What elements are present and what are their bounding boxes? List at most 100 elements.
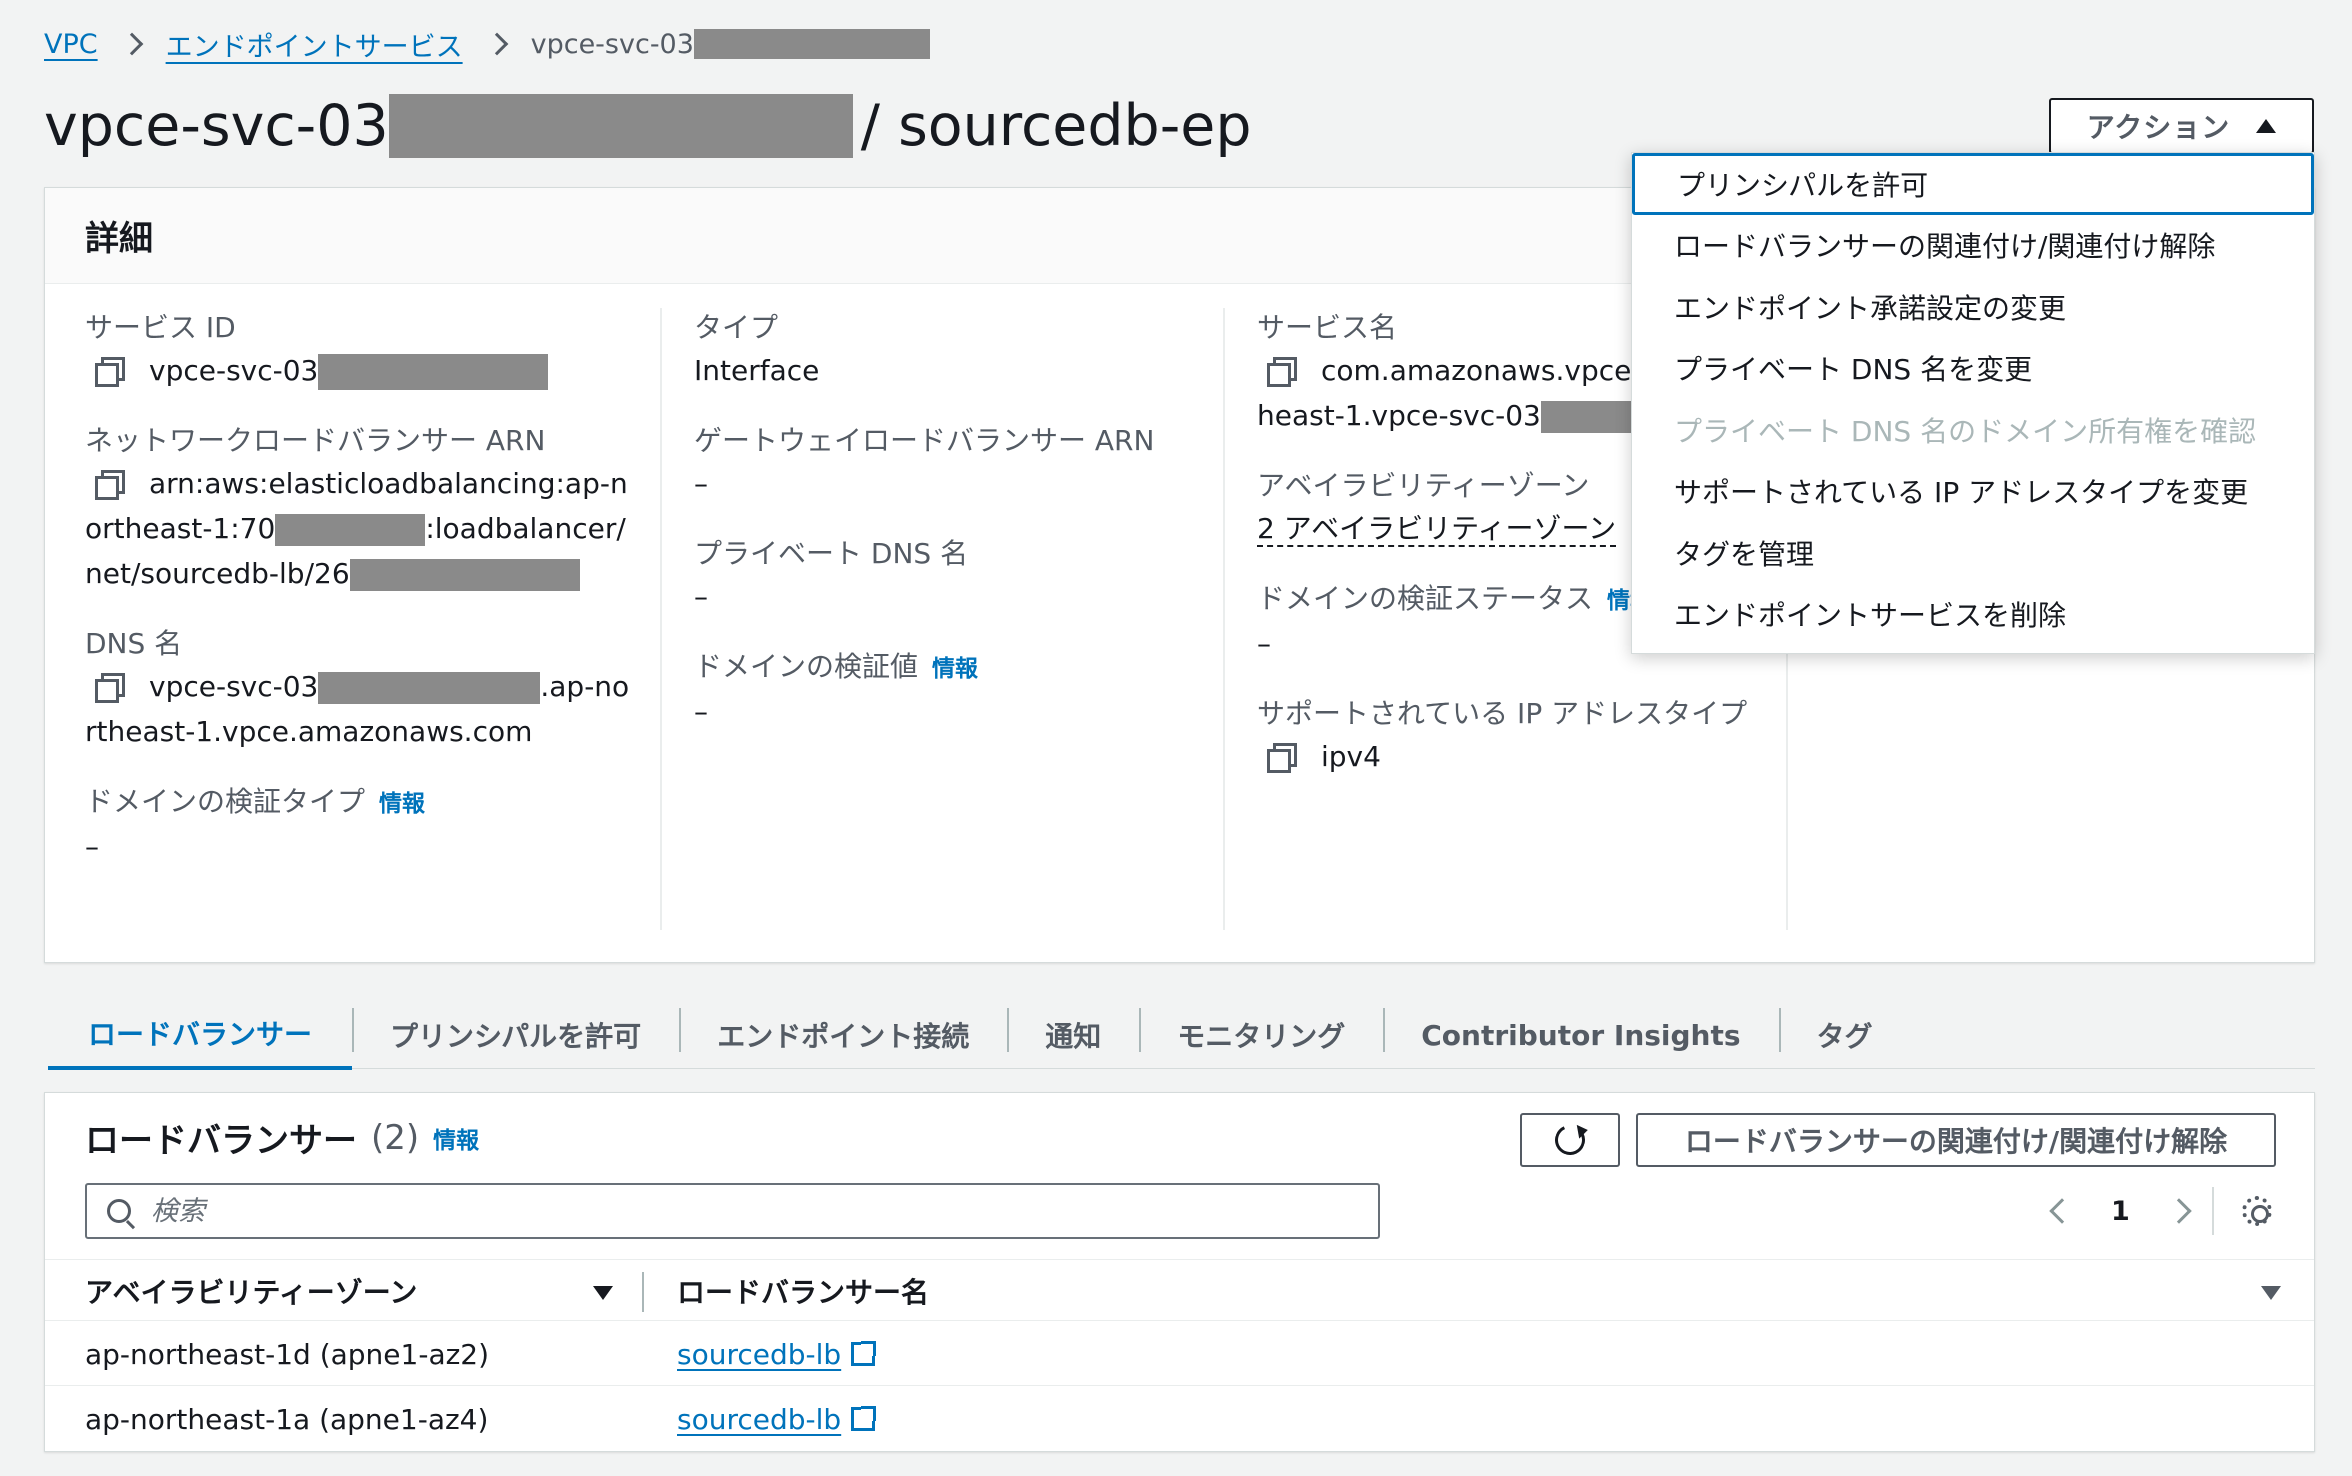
table-row: ap-northeast-1a (apne1-az4) sourcedb-lb xyxy=(45,1387,2314,1451)
nlb-arn-label: ネットワークロードバランサー ARN xyxy=(85,424,546,457)
info-link[interactable]: 情報 xyxy=(433,1121,479,1155)
page-title: vpce-svc-03 / sourcedb-ep xyxy=(44,88,1252,164)
row-lb-link-text[interactable]: sourcedb-lb xyxy=(677,1403,841,1436)
tab-contributor-insights[interactable]: Contributor Insights xyxy=(1383,1000,1778,1070)
actions-button-label: アクション xyxy=(2086,111,2231,144)
row-lb-link[interactable]: sourcedb-lb xyxy=(677,1322,877,1386)
breadcrumb-current: vpce-svc-03 xyxy=(530,28,694,60)
pagination: 1 xyxy=(2041,1185,2272,1237)
domain-verify-value-value: – xyxy=(694,695,708,728)
menu-item-manage-tags[interactable]: タグを管理 xyxy=(1632,522,2314,584)
menu-item-modify-acceptance[interactable]: エンドポイント承諾設定の変更 xyxy=(1632,276,2314,338)
chevron-left-icon[interactable] xyxy=(2049,1198,2075,1224)
domain-verify-type-label: ドメインの検証タイプ 情報 xyxy=(85,782,630,824)
tab-monitoring[interactable]: モニタリング xyxy=(1139,1000,1383,1070)
tab-load-balancers[interactable]: ロードバランサー xyxy=(48,1000,353,1070)
copy-icon[interactable] xyxy=(1267,743,1297,773)
menu-item-allow-principals[interactable]: プリンシパルを許可 xyxy=(1632,153,2314,215)
external-link-icon xyxy=(851,1341,877,1366)
chevron-right-icon[interactable] xyxy=(2166,1198,2192,1224)
ip-type-label: サポートされている IP アドレスタイプ xyxy=(1257,697,1748,730)
menu-item-modify-ip-type[interactable]: サポートされている IP アドレスタイプを変更 xyxy=(1632,461,2314,523)
domain-verify-value-label-text: ドメインの検証値 xyxy=(694,650,919,683)
redacted-block xyxy=(275,514,426,546)
dns-name-text-1: vpce-svc-03 xyxy=(149,670,319,703)
type-label: タイプ xyxy=(694,311,779,344)
search-input[interactable] xyxy=(151,1195,1301,1227)
gwlb-arn-value: – xyxy=(694,467,708,500)
page-title-prefix: vpce-svc-03 xyxy=(44,93,389,159)
menu-item-modify-private-dns[interactable]: プライベート DNS 名を変更 xyxy=(1632,338,2314,400)
copy-icon[interactable] xyxy=(95,673,125,703)
column-header-lb-name[interactable]: ロードバランサー名 xyxy=(677,1260,929,1322)
ip-type-value: ipv4 xyxy=(1257,734,1756,779)
breadcrumb-endpoint-services-link[interactable]: エンドポイントサービス xyxy=(166,25,463,64)
copy-icon[interactable] xyxy=(95,470,125,500)
table-header: アベイラビリティーゾーン ロードバランサー名 xyxy=(45,1259,2314,1321)
table-row: ap-northeast-1d (apne1-az2) sourcedb-lb xyxy=(45,1322,2314,1386)
row-az: ap-northeast-1a (apne1-az4) xyxy=(85,1402,489,1436)
details-column-2: タイプ Interface ゲートウェイロードバランサー ARN – プライベー… xyxy=(662,308,1225,930)
menu-item-delete-service[interactable]: エンドポイントサービスを削除 xyxy=(1632,584,2314,646)
tab-notifications[interactable]: 通知 xyxy=(1007,1000,1139,1070)
caret-up-icon xyxy=(2256,119,2277,133)
domain-verify-type-label-text: ドメインの検証タイプ xyxy=(85,785,366,818)
redacted-block xyxy=(349,559,580,591)
service-id-label: サービス ID xyxy=(85,311,236,344)
tab-tags[interactable]: タグ xyxy=(1778,1000,1911,1070)
sort-descending-icon[interactable] xyxy=(593,1286,613,1300)
chevron-right-icon xyxy=(120,32,143,56)
az-value-text[interactable]: 2 アベイラビリティーゾーン xyxy=(1257,512,1617,547)
menu-item-associate-load-balancers[interactable]: ロードバランサーの関連付け/関連付け解除 xyxy=(1632,215,2314,277)
actions-button[interactable]: アクション xyxy=(2049,98,2314,154)
details-column-1: サービス ID vpce-svc-03 ネットワークロードバランサー ARN a… xyxy=(45,308,662,930)
search-box xyxy=(85,1183,1380,1239)
page-number[interactable]: 1 xyxy=(2111,1196,2130,1227)
load-balancers-title-text: ロードバランサー xyxy=(85,1121,357,1161)
load-balancers-count: (2) xyxy=(371,1117,420,1158)
sort-icon[interactable] xyxy=(2261,1286,2281,1300)
breadcrumb: VPC エンドポイントサービス vpce-svc-03 xyxy=(44,22,930,66)
page-title-suffix: / sourcedb-ep xyxy=(860,93,1252,159)
external-link-icon xyxy=(851,1406,877,1431)
row-lb-link[interactable]: sourcedb-lb xyxy=(677,1387,877,1451)
gear-icon[interactable] xyxy=(2241,1196,2272,1226)
row-lb-link-text[interactable]: sourcedb-lb xyxy=(677,1338,841,1371)
gwlb-arn-label: ゲートウェイロードバランサー ARN xyxy=(694,424,1155,457)
redacted-block xyxy=(388,94,853,158)
menu-item-verify-domain-ownership: プライベート DNS 名のドメイン所有権を確認 xyxy=(1674,414,2257,448)
domain-verify-type-value: – xyxy=(85,830,99,863)
domain-verify-value-label: ドメインの検証値 情報 xyxy=(694,647,1193,689)
breadcrumb-vpc-link[interactable]: VPC xyxy=(44,29,98,60)
redacted-block xyxy=(318,354,549,390)
private-dns-label: プライベート DNS 名 xyxy=(694,537,969,570)
column-header-az[interactable]: アベイラビリティーゾーン xyxy=(85,1260,417,1322)
tab-bar: ロードバランサー プリンシパルを許可 エンドポイント接続 通知 モニタリング C… xyxy=(48,1000,1911,1070)
copy-icon[interactable] xyxy=(1267,357,1297,387)
refresh-button[interactable] xyxy=(1520,1113,1620,1167)
load-balancers-panel: ロードバランサー (2) 情報 ロードバランサーの関連付け/関連付け解除 1 ア… xyxy=(44,1092,2315,1452)
dns-name-value: vpce-svc-03 .ap-northeast-1.vpce.amazonaw… xyxy=(85,664,630,754)
nlb-arn-value: arn:aws:elasticloadbalancing:ap-northeas… xyxy=(85,461,630,596)
redacted-block xyxy=(693,29,930,59)
vpc-endpoint-service-page: VPC エンドポイントサービス vpce-svc-03 vpce-svc-03 … xyxy=(0,0,2352,1476)
info-link[interactable]: 情報 xyxy=(932,656,978,682)
column-divider[interactable] xyxy=(642,1272,644,1312)
info-link[interactable]: 情報 xyxy=(379,791,425,817)
dns-name-label: DNS 名 xyxy=(85,627,183,660)
private-dns-value: – xyxy=(694,580,708,613)
load-balancers-title: ロードバランサー (2) 情報 xyxy=(85,1113,479,1162)
chevron-right-icon xyxy=(485,32,508,56)
redacted-block xyxy=(318,672,541,704)
associate-load-balancers-button[interactable]: ロードバランサーの関連付け/関連付け解除 xyxy=(1636,1113,2276,1167)
refresh-icon xyxy=(1550,1120,1590,1160)
tab-allow-principals[interactable]: プリンシパルを許可 xyxy=(352,1000,679,1070)
tab-endpoint-connections[interactable]: エンドポイント接続 xyxy=(679,1000,1007,1070)
ip-type-text: ipv4 xyxy=(1321,740,1381,773)
row-az: ap-northeast-1d (apne1-az2) xyxy=(85,1337,490,1371)
pagination-divider xyxy=(2211,1187,2214,1235)
type-value: Interface xyxy=(694,354,820,387)
copy-icon[interactable] xyxy=(95,357,125,387)
domain-verify-status-label-text: ドメインの検証ステータス xyxy=(1257,582,1594,615)
service-id-value: vpce-svc-03 xyxy=(85,348,630,393)
